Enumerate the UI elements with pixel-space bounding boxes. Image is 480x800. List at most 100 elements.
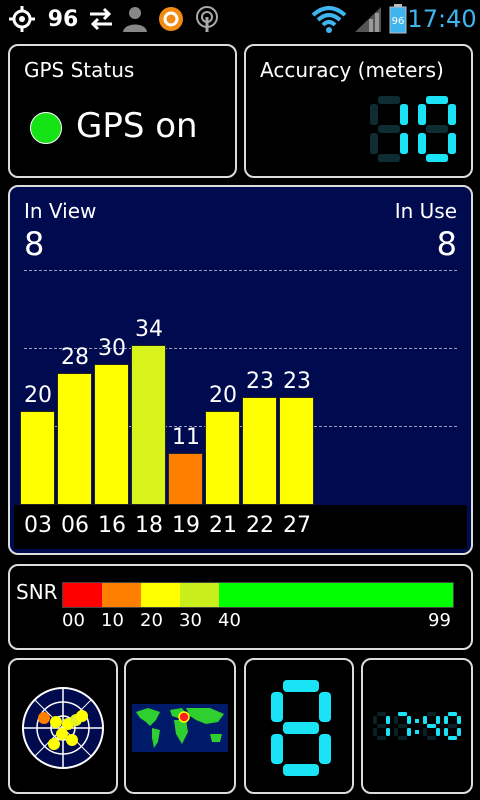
satellite-chart-panel[interactable]: In View 8 In Use 8 20 28 30 34 11 20 23 23 03 06… — [8, 185, 473, 555]
bar-plot-area: 20 28 30 34 11 20 23 23 — [10, 270, 471, 505]
snr-tick-labels: 00 10 20 30 40 99 — [62, 610, 452, 636]
bar-value-label: 34 — [135, 317, 163, 343]
segment-c — [400, 133, 408, 154]
bar-value-label: 23 — [246, 368, 274, 394]
segment-c — [448, 133, 456, 154]
segment-f — [373, 716, 377, 724]
segment-a — [426, 96, 448, 104]
in-view-label: In View — [24, 199, 97, 223]
satellite-id-label: 06 — [61, 513, 89, 538]
gps-status-panel[interactable]: GPS Status GPS on — [8, 44, 237, 178]
satellite-bar — [94, 364, 129, 505]
satellite-id-label: 21 — [209, 513, 237, 538]
segment-b — [319, 692, 331, 722]
segment-d — [448, 736, 457, 740]
snr-color-segment — [219, 583, 453, 607]
digit-1 — [373, 712, 390, 740]
segment-b — [386, 716, 390, 724]
satellite-id-label: 19 — [172, 513, 200, 538]
segment-d — [283, 764, 319, 776]
satellite-count-tile[interactable] — [244, 658, 354, 794]
satellite-bar — [168, 453, 203, 505]
gps-status-title: GPS Status — [24, 58, 135, 82]
big-digit-display — [271, 680, 331, 776]
snr-tick-label: 30 — [179, 610, 202, 631]
digit-7 — [394, 712, 411, 740]
segment-b — [436, 716, 440, 724]
segment-f — [444, 716, 448, 724]
snr-color-segment — [63, 583, 102, 607]
gps-target-icon — [6, 0, 38, 38]
digital-clock-display — [373, 712, 465, 742]
satellite-radar-icon — [22, 687, 104, 769]
sync-arrows-icon — [86, 0, 116, 38]
segment-c — [386, 728, 390, 736]
clock-tile[interactable] — [361, 658, 473, 794]
satellite-id-strip: 03 06 16 18 19 21 22 27 — [14, 505, 467, 549]
segment-e — [271, 734, 283, 764]
satellite-bar — [279, 396, 314, 505]
segment-d — [377, 736, 386, 740]
satellite-id-label: 22 — [246, 513, 274, 538]
bar-value-label: 23 — [283, 368, 311, 394]
segment-f — [423, 716, 427, 724]
snr-color-segment — [180, 583, 219, 607]
segment-e — [423, 728, 427, 736]
segment-f — [394, 716, 398, 724]
satellite-bar — [131, 345, 166, 505]
segment-e — [394, 728, 398, 736]
satellite-bar — [205, 411, 240, 505]
segment-b — [448, 104, 456, 125]
segment-a — [283, 680, 319, 692]
gps-indicator-dot — [30, 112, 62, 144]
segment-d — [426, 154, 448, 162]
satellite-id-label: 18 — [135, 513, 163, 538]
snr-color-scale — [62, 582, 454, 608]
snr-label: SNR — [16, 580, 58, 604]
satellite-bar — [20, 411, 55, 505]
in-use-count: 8 — [436, 225, 457, 263]
accuracy-value — [370, 96, 460, 166]
digit-8 — [271, 680, 331, 776]
satellite-bar — [57, 373, 92, 505]
satellite-id-label: 16 — [98, 513, 126, 538]
segment-g — [398, 724, 407, 728]
wifi-icon — [310, 0, 348, 38]
segment-b — [400, 104, 408, 125]
segment-d — [398, 736, 407, 740]
bar-value-label: 20 — [209, 383, 237, 408]
segment-a — [377, 712, 386, 716]
snr-panel[interactable]: SNR 00 10 20 30 40 99 — [8, 564, 473, 650]
snr-color-segment — [102, 583, 141, 607]
digit-0 — [444, 712, 461, 740]
segment-e — [418, 133, 426, 154]
segment-a — [378, 96, 400, 104]
segment-f — [271, 692, 283, 722]
accuracy-panel[interactable]: Accuracy (meters) — [244, 44, 473, 178]
segment-a — [448, 712, 457, 716]
satellite-id-label: 27 — [283, 513, 311, 538]
world-map-tile[interactable] — [124, 658, 236, 794]
bar-value-label: 30 — [98, 336, 126, 361]
segment-b — [407, 716, 411, 724]
status-bar: 96 96 17:40 — [0, 0, 480, 38]
clock-colon — [415, 712, 421, 740]
segment-g — [377, 724, 386, 728]
snr-tick-label: 20 — [140, 610, 163, 631]
segment-g — [427, 724, 436, 728]
snr-tick-label: 00 — [62, 610, 85, 631]
segment-f — [418, 104, 426, 125]
gps-status-value: GPS on — [76, 106, 198, 146]
segment-d — [427, 736, 436, 740]
segment-e — [370, 133, 378, 154]
bar-value-label: 11 — [172, 425, 200, 451]
digit-4 — [423, 712, 440, 740]
radar-tile[interactable] — [8, 658, 118, 794]
battery-badge: 96 — [392, 16, 405, 27]
segment-a — [398, 712, 407, 716]
cell-signal-icon — [352, 0, 384, 38]
segment-b — [457, 716, 461, 724]
satellite-id-label: 03 — [24, 513, 52, 538]
bar-value-label: 28 — [61, 345, 89, 371]
status-clock: 17:40 — [407, 5, 477, 33]
